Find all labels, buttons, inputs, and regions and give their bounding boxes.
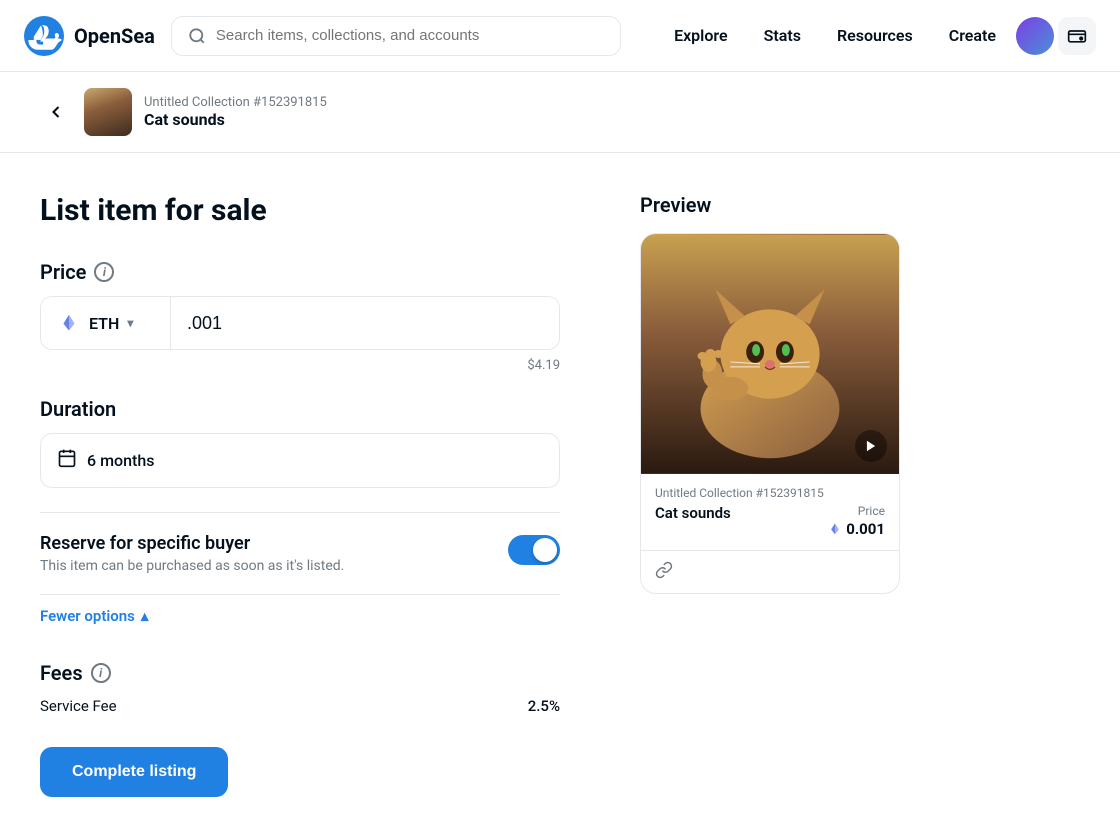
search-input[interactable]	[216, 27, 604, 44]
page-title: List item for sale	[40, 193, 560, 228]
user-avatar[interactable]	[1016, 17, 1054, 55]
fees-info-icon[interactable]: i	[91, 663, 111, 683]
preview-name-price-row: Cat sounds Price 0	[655, 504, 885, 538]
preview-nft-image	[641, 234, 899, 474]
resources-link[interactable]: Resources	[821, 16, 929, 55]
opensea-logo-icon	[24, 16, 64, 56]
opensea-name: OpenSea	[74, 24, 155, 48]
fewer-options-toggle[interactable]: Fewer options ▴	[40, 594, 560, 637]
breadcrumb-collection: Untitled Collection #152391815	[144, 95, 327, 110]
preview-info: Untitled Collection #152391815 Cat sound…	[641, 474, 899, 550]
reserve-description: This item can be purchased as soon as it…	[40, 558, 492, 574]
nav-links: Explore Stats Resources Create	[658, 16, 1096, 55]
service-fee-row: Service Fee 2.5%	[40, 697, 560, 715]
reserve-row: Reserve for specific buyer This item can…	[40, 533, 560, 574]
service-fee-label: Service Fee	[40, 697, 117, 715]
price-section-header: Price i	[40, 260, 560, 284]
back-button[interactable]	[40, 96, 72, 128]
preview-price-label: Price	[828, 504, 885, 518]
duration-value: 6 months	[87, 451, 154, 470]
navbar: OpenSea Explore Stats Resources Create	[0, 0, 1120, 72]
preview-collection-name: Untitled Collection #152391815	[655, 486, 885, 500]
create-link[interactable]: Create	[933, 16, 1012, 55]
currency-value: ETH	[89, 314, 119, 333]
calendar-icon	[57, 448, 77, 473]
main-content: List item for sale Price i ETH	[0, 153, 1120, 837]
play-button[interactable]	[855, 430, 887, 462]
link-icon	[655, 561, 673, 583]
toggle-knob	[533, 538, 557, 562]
preview-price-value: 0.001	[828, 520, 885, 538]
eth-price-icon	[828, 522, 842, 536]
fees-section: Fees i Service Fee 2.5%	[40, 661, 560, 715]
preview-price-block: Price 0.001	[828, 504, 885, 538]
preview-title: Preview	[640, 193, 940, 217]
reserve-section: Reserve for specific buyer This item can…	[40, 512, 560, 574]
opensea-logo[interactable]: OpenSea	[24, 16, 155, 56]
fees-section-header: Fees i	[40, 661, 560, 685]
price-input-row: ETH ▾	[40, 296, 560, 350]
duration-label: Duration	[40, 397, 560, 421]
breadcrumb: Untitled Collection #152391815 Cat sound…	[0, 72, 1120, 153]
explore-link[interactable]: Explore	[658, 16, 744, 55]
price-label: Price	[40, 260, 86, 284]
stats-link[interactable]: Stats	[748, 16, 817, 55]
price-usd-equiv: $4.19	[40, 358, 560, 373]
service-fee-value: 2.5%	[528, 697, 560, 715]
reserve-title: Reserve for specific buyer	[40, 533, 492, 554]
search-bar[interactable]	[171, 16, 621, 56]
currency-selector[interactable]: ETH ▾	[41, 297, 171, 349]
breadcrumb-item-name: Cat sounds	[144, 110, 327, 129]
preview-card: Untitled Collection #152391815 Cat sound…	[640, 233, 900, 594]
currency-chevron-icon: ▾	[127, 316, 133, 330]
wallet-icon[interactable]	[1058, 17, 1096, 55]
fees-label: Fees	[40, 661, 83, 685]
duration-section: Duration 6 months	[40, 397, 560, 488]
fewer-options-label: Fewer options	[40, 607, 135, 625]
reserve-info: Reserve for specific buyer This item can…	[40, 533, 492, 574]
duration-selector[interactable]: 6 months	[40, 433, 560, 488]
right-panel: Preview	[640, 193, 940, 797]
chevron-up-icon: ▴	[141, 607, 149, 625]
left-panel: List item for sale Price i ETH	[40, 193, 560, 797]
price-info-icon[interactable]: i	[94, 262, 114, 282]
breadcrumb-text: Untitled Collection #152391815 Cat sound…	[144, 95, 327, 129]
eth-icon	[57, 311, 81, 335]
breadcrumb-thumbnail	[84, 88, 132, 136]
reserve-toggle[interactable]	[508, 535, 560, 565]
search-icon	[188, 27, 206, 45]
price-amount-input[interactable]	[171, 297, 559, 349]
preview-footer	[641, 550, 899, 593]
preview-nft-name: Cat sounds	[655, 504, 731, 522]
complete-listing-button[interactable]: Complete listing	[40, 747, 228, 797]
